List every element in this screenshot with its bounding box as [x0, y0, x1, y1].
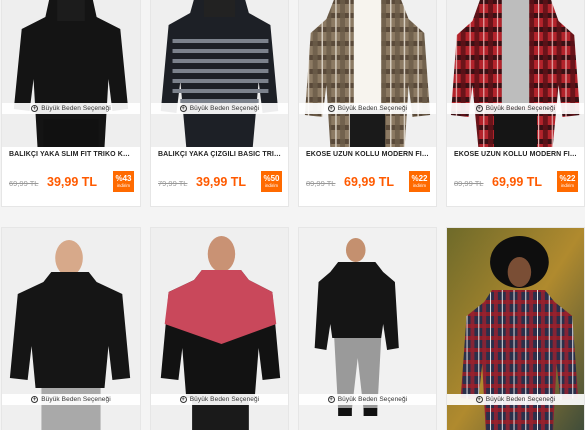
product-title[interactable]: EKOSE UZUN KOLLU MODERN FİT GÖ... [454, 151, 578, 158]
discount-label: indirim [412, 182, 427, 188]
big-size-option-label: Büyük Beden Seçeneği [189, 396, 260, 403]
plus-icon: + [475, 396, 483, 403]
old-price: 89,99 TL [454, 179, 484, 188]
big-size-option[interactable]: + Büyük Beden Seçeneği [299, 103, 436, 114]
discount-label: indirim [116, 182, 131, 188]
product-image[interactable] [299, 0, 436, 147]
current-price: 69,99 TL [344, 175, 395, 189]
old-price: 69,99 TL [9, 179, 39, 188]
discount-percent: %22 [411, 173, 428, 183]
product-grid: + Büyük Beden Seçeneği BALIKÇI YAKA SLİM… [0, 0, 585, 430]
discount-label: indirim [560, 182, 575, 188]
big-size-option-label: Büyük Beden Seçeneği [41, 396, 111, 403]
product-card[interactable]: + Büyük Beden Seçeneği BALIKÇI YAKA ÇİZG… [150, 0, 289, 207]
big-size-option-label: Büyük Beden Seçeneği [337, 396, 408, 403]
big-size-option-label: Büyük Beden Seçeneği [485, 105, 556, 112]
big-size-option[interactable]: + Büyük Beden Seçeneği [151, 103, 288, 114]
big-size-option[interactable]: + Büyük Beden Seçeneği [299, 394, 436, 405]
plus-icon: + [179, 396, 187, 403]
product-card[interactable]: + Büyük Beden Seçeneği [298, 227, 437, 430]
old-price: 79,99 TL [158, 179, 188, 188]
big-size-option-label: Büyük Beden Seçeneği [337, 105, 408, 112]
plus-icon: + [179, 105, 187, 112]
discount-badge: %43 indirim [113, 171, 134, 192]
current-price: 69,99 TL [492, 175, 543, 189]
product-title[interactable]: BALIKÇI YAKA SLİM FİT TRİKO KAZAK [9, 151, 134, 158]
product-card[interactable]: + Büyük Beden Seçeneği EKOSE UZUN KOLLU … [298, 0, 437, 207]
plus-icon: + [327, 396, 335, 403]
product-card[interactable]: + Büyük Beden Seçeneği [446, 227, 585, 430]
discount-badge: %22 indirim [409, 171, 430, 192]
product-image[interactable] [447, 0, 584, 147]
product-image[interactable] [2, 0, 140, 147]
product-title[interactable]: BALIKÇI YAKA ÇİZGİLİ BASİC TRİKO K... [158, 151, 282, 158]
big-size-option-label: Büyük Beden Seçeneği [41, 105, 111, 112]
product-title[interactable]: EKOSE UZUN KOLLU MODERN FİT GÖ... [306, 151, 430, 158]
discount-percent: %43 [115, 173, 132, 183]
product-image[interactable] [151, 0, 288, 147]
big-size-option[interactable]: + Büyük Beden Seçeneği [2, 394, 140, 405]
plus-icon: + [475, 105, 483, 112]
big-size-option[interactable]: + Büyük Beden Seçeneği [2, 103, 140, 114]
discount-label: indirim [264, 182, 279, 188]
discount-percent: %22 [559, 173, 576, 183]
plus-icon: + [31, 396, 39, 403]
product-card[interactable]: + Büyük Beden Seçeneği [1, 227, 141, 430]
discount-percent: %50 [263, 173, 280, 183]
big-size-option[interactable]: + Büyük Beden Seçeneği [447, 103, 584, 114]
plus-icon: + [327, 105, 335, 112]
product-card[interactable]: + Büyük Beden Seçeneği EKOSE UZUN KOLLU … [446, 0, 585, 207]
current-price: 39,99 TL [47, 175, 98, 189]
current-price: 39,99 TL [196, 175, 247, 189]
old-price: 89,99 TL [306, 179, 336, 188]
discount-badge: %50 indirim [261, 171, 282, 192]
discount-badge: %22 indirim [557, 171, 578, 192]
product-card[interactable]: + Büyük Beden Seçeneği [150, 227, 289, 430]
big-size-option[interactable]: + Büyük Beden Seçeneği [447, 394, 584, 405]
plus-icon: + [31, 105, 39, 112]
big-size-option[interactable]: + Büyük Beden Seçeneği [151, 394, 288, 405]
big-size-option-label: Büyük Beden Seçeneği [189, 105, 260, 112]
big-size-option-label: Büyük Beden Seçeneği [485, 396, 556, 403]
product-card[interactable]: + Büyük Beden Seçeneği BALIKÇI YAKA SLİM… [1, 0, 141, 207]
